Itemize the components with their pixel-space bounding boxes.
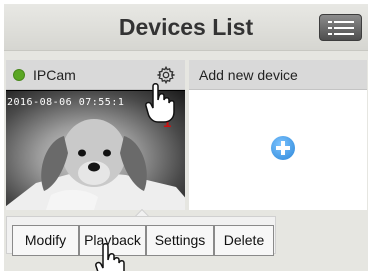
app-window: Devices List IPCam 2016-08-06 07:55:1 Ad…: [4, 4, 368, 271]
video-timestamp: 2016-08-06 07:55:1: [7, 97, 125, 108]
settings-button[interactable]: Settings: [146, 225, 214, 256]
page-title: Devices List: [118, 14, 254, 40]
pointing-hand-icon: [145, 83, 175, 123]
delete-button[interactable]: Delete: [214, 225, 274, 256]
device-action-bar: Modify Playback Settings Delete: [6, 216, 276, 256]
add-device-header: Add new device: [189, 60, 367, 90]
add-device-card[interactable]: Add new device: [189, 60, 367, 210]
online-status-icon: [13, 69, 25, 81]
device-name: IPCam: [33, 67, 76, 83]
add-device-label: Add new device: [199, 67, 298, 83]
list-menu-icon[interactable]: [319, 14, 362, 41]
pointing-hand-icon: [95, 243, 125, 271]
header-bar: Devices List: [4, 4, 368, 51]
modify-button[interactable]: Modify: [12, 225, 79, 256]
plus-circle-icon[interactable]: [271, 136, 295, 160]
